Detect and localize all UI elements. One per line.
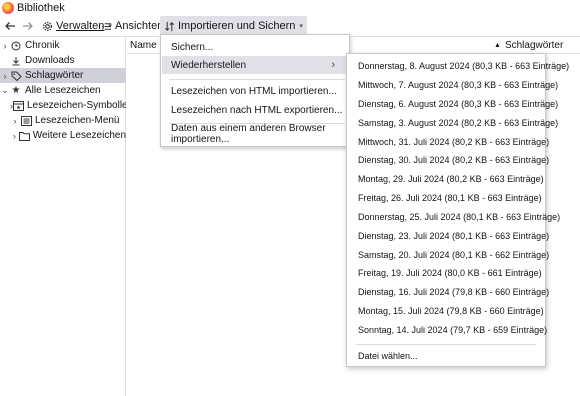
backup-item[interactable]: Freitag, 19. Juli 2024 (80,0 KB - 661 Ei… — [348, 264, 544, 282]
toolbar-icon — [13, 100, 24, 111]
backup-item[interactable]: Dienstag, 6. August 2024 (80,3 KB - 663 … — [348, 95, 558, 113]
backup-item[interactable]: Donnerstag, 25. Juli 2024 (80,1 KB - 663… — [348, 208, 560, 226]
gear-icon — [42, 21, 53, 31]
sidebar-item-label: Downloads — [25, 55, 75, 66]
backup-item[interactable]: Dienstag, 16. Juli 2024 (79,8 KB - 660 E… — [348, 283, 549, 301]
backup-item[interactable]: Montag, 15. Juli 2024 (79,8 KB - 660 Ein… — [348, 302, 544, 320]
sidebar-item-history[interactable]: › Chronik — [0, 38, 126, 53]
chevron-right-icon[interactable]: › — [0, 41, 10, 51]
menu-separator — [356, 344, 536, 345]
menu-item-restore[interactable]: Wiederherstellen › — [162, 56, 348, 74]
choose-file-item[interactable]: Datei wählen... — [348, 347, 544, 365]
back-button[interactable] — [4, 16, 16, 36]
menu-item-import-html[interactable]: Lesezeichen von HTML importieren... — [162, 82, 348, 100]
menu-item-label: Lesezeichen nach HTML exportieren... — [171, 104, 343, 116]
backup-item[interactable]: Samstag, 20. Juli 2024 (80,1 KB - 662 Ei… — [348, 246, 549, 264]
toolbar: Verwalten ▾ Ansichten ▾ Importieren und … — [0, 16, 580, 36]
menu-item-label: Lesezeichen von HTML importieren... — [171, 85, 337, 97]
menu-item-export-html[interactable]: Lesezeichen nach HTML exportieren... — [162, 101, 348, 119]
list-view-icon — [101, 22, 112, 30]
menu-item-label: Sichern... — [171, 41, 214, 53]
sidebar-item-bookmarks-toolbar[interactable]: › Lesezeichen-Symbolleist... — [0, 98, 126, 113]
chevron-down-icon: ▾ — [299, 23, 303, 30]
chevron-right-icon: › — [331, 59, 335, 71]
backup-item[interactable]: Sonntag, 14. Juli 2024 (79,7 KB - 659 Ei… — [348, 321, 547, 339]
import-backup-menu: Sichern... Wiederherstellen › Lesezeiche… — [160, 34, 350, 147]
sidebar-item-label: Alle Lesezeichen — [25, 85, 101, 96]
restore-submenu: Donnerstag, 8. August 2024 (80,3 KB - 66… — [346, 53, 569, 367]
download-icon — [10, 55, 22, 66]
backup-item[interactable]: Dienstag, 23. Juli 2024 (80,1 KB - 663 E… — [348, 227, 549, 245]
column-tags-header[interactable]: ▲ Schlagwörter — [494, 40, 563, 51]
backup-item[interactable]: Montag, 29. Juli 2024 (80,2 KB - 663 Ein… — [348, 170, 544, 188]
sidebar-item-all-bookmarks[interactable]: ⌄ ★ Alle Lesezeichen — [0, 83, 126, 98]
sidebar-item-label: Schlagwörter — [25, 70, 84, 81]
chevron-down-icon[interactable]: ⌄ — [0, 85, 10, 96]
folder-icon — [18, 130, 30, 141]
sort-ascending-icon: ▲ — [494, 42, 501, 49]
sidebar-item-label: Lesezeichen-Symbolleist... — [27, 100, 126, 111]
sidebar-item-bookmarks-menu[interactable]: › Lesezeichen-Menü — [0, 113, 126, 128]
sidebar-item-other-bookmarks[interactable]: › Weitere Lesezeichen — [0, 128, 126, 143]
chevron-right-icon[interactable]: › — [10, 116, 20, 126]
title-bar: Bibliothek — [0, 0, 580, 16]
tag-icon — [10, 70, 22, 81]
firefox-logo-icon — [2, 2, 14, 14]
forward-arrow-icon — [23, 22, 33, 30]
star-icon: ★ — [11, 85, 21, 96]
sidebar-item-tags[interactable]: › Schlagwörter — [0, 68, 126, 83]
chevron-right-icon[interactable]: › — [10, 131, 19, 141]
menu-separator — [169, 79, 345, 80]
backup-item[interactable]: Samstag, 3. August 2024 (80,2 KB - 663 E… — [348, 114, 558, 132]
menu-item-import-browser[interactable]: Daten aus einem anderen Browser importie… — [162, 123, 348, 145]
import-backup-label: Importieren und Sichern — [178, 20, 296, 32]
sidebar-item-downloads[interactable]: Downloads — [0, 53, 126, 68]
window-title: Bibliothek — [17, 2, 65, 14]
backup-item[interactable]: Mittwoch, 7. August 2024 (80,3 KB - 663 … — [348, 76, 558, 94]
back-arrow-icon — [5, 22, 15, 30]
backup-item[interactable]: Donnerstag, 8. August 2024 (80,3 KB - 66… — [348, 57, 569, 75]
manage-label: Verwalten — [56, 20, 105, 32]
menu-item-label: Daten aus einem anderen Browser importie… — [171, 123, 326, 145]
clock-icon — [10, 40, 22, 51]
column-name-header[interactable]: Name — [130, 40, 157, 51]
sidebar-item-label: Chronik — [25, 40, 60, 51]
backup-item[interactable]: Dienstag, 30. Juli 2024 (80,2 KB - 663 E… — [348, 151, 549, 169]
views-label: Ansichten — [115, 20, 164, 32]
forward-button[interactable] — [22, 16, 34, 36]
chevron-right-icon[interactable]: › — [0, 71, 10, 81]
backup-item[interactable]: Freitag, 26. Juli 2024 (80,1 KB - 663 Ei… — [348, 189, 544, 207]
sidebar-tree: › Chronik Downloads › Schlagwörter ⌄ ★ A… — [0, 37, 126, 396]
menu-item-label: Wiederherstellen — [171, 59, 247, 71]
menu-item-backup[interactable]: Sichern... — [162, 38, 348, 56]
sidebar-item-label: Weitere Lesezeichen — [32, 130, 126, 141]
import-backup-button[interactable]: Importieren und Sichern ▾ — [160, 16, 307, 36]
import-export-icon — [165, 21, 174, 31]
backup-item[interactable]: Mittwoch, 31. Juli 2024 (80,2 KB - 663 E… — [348, 133, 549, 151]
sidebar-item-label: Lesezeichen-Menü — [35, 115, 120, 126]
column-tags-label: Schlagwörter — [504, 40, 564, 51]
menu-list-icon — [20, 115, 32, 126]
